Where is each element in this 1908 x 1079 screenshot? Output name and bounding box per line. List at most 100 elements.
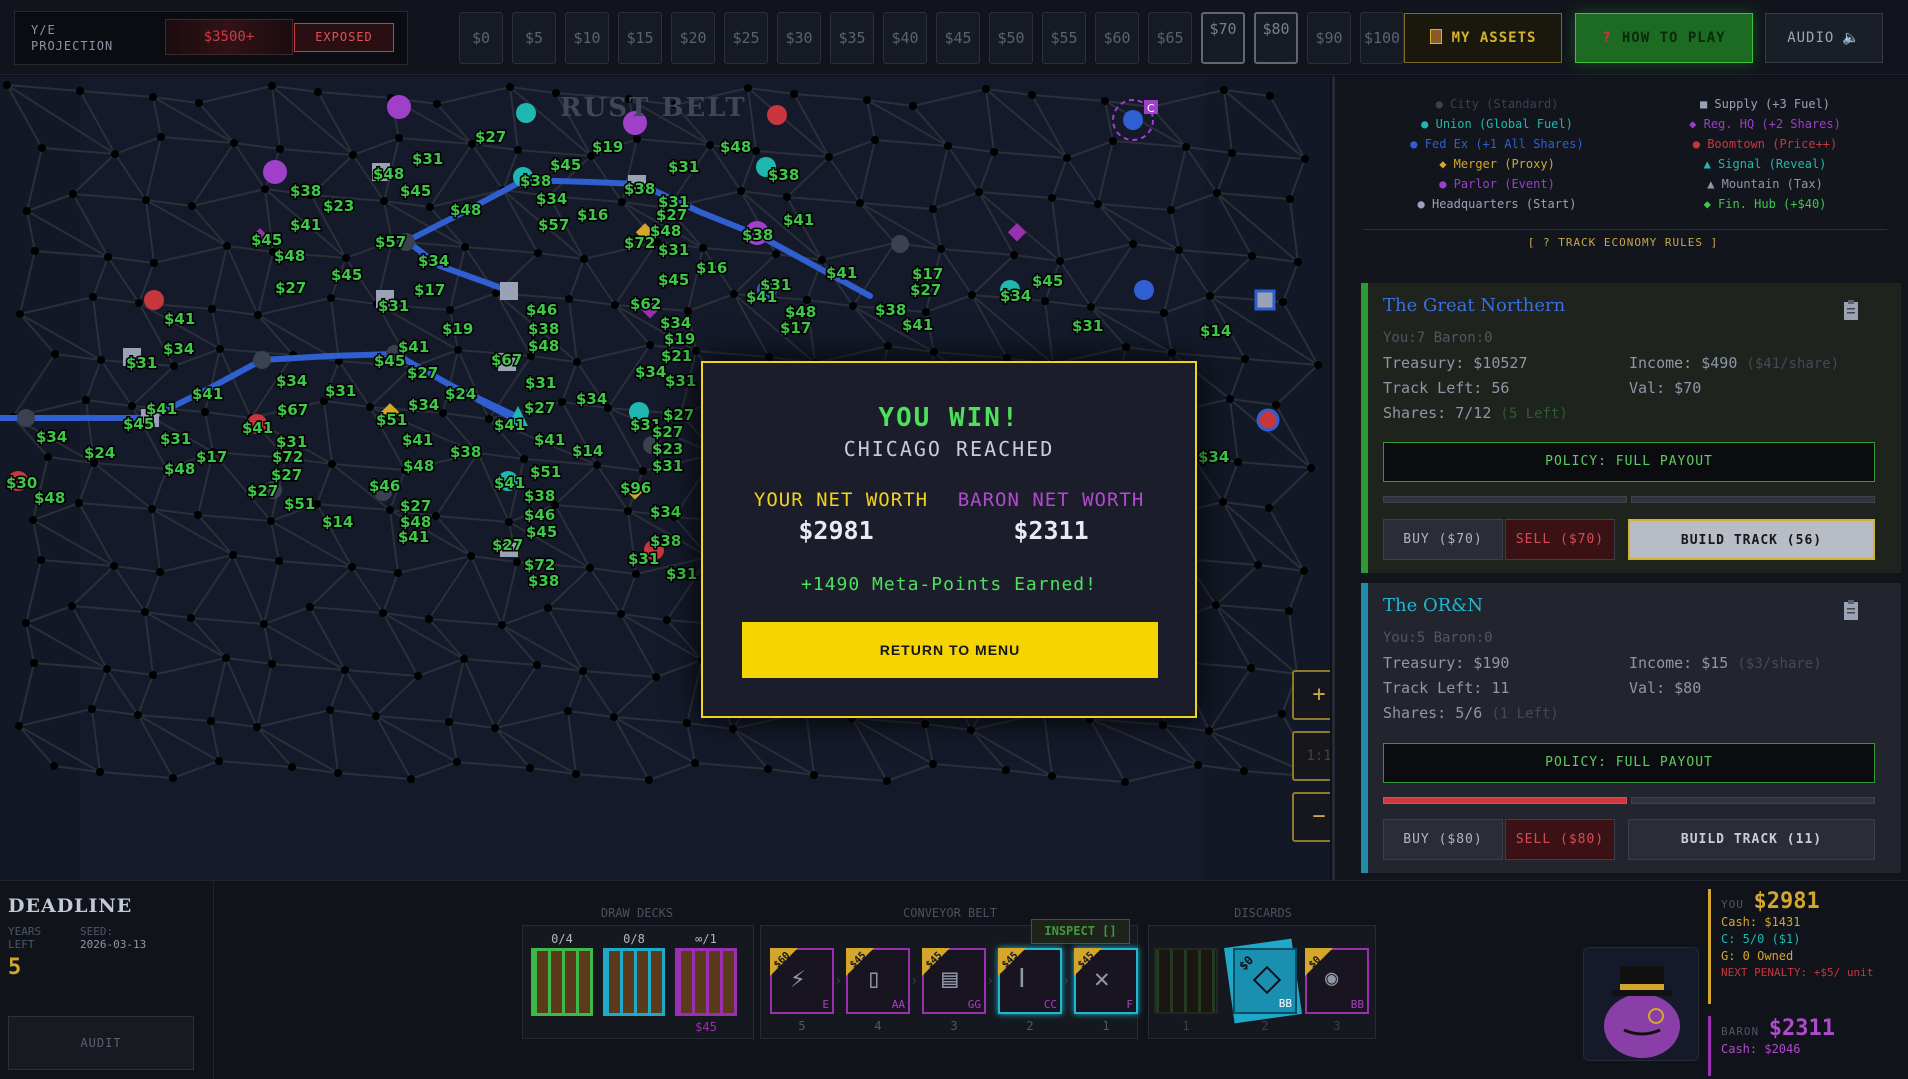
segment-price: $48: [274, 247, 305, 265]
card-glyph-icon: Ⅰ: [1018, 964, 1026, 994]
legend-item: ■ Supply (+3 Fuel): [1699, 97, 1831, 111]
discard-card[interactable]: $0 ◉ BB: [1305, 948, 1369, 1014]
city-node[interactable]: [17, 409, 35, 427]
my-assets-button[interactable]: MY ASSETS: [1404, 13, 1562, 63]
legend-divider: [1363, 229, 1887, 230]
clipboard-icon[interactable]: [1843, 599, 1859, 621]
railroad-progress-left: [1383, 496, 1627, 503]
segment-price: $31: [665, 372, 696, 390]
conveyor-card[interactable]: $45 Ⅰ CC: [998, 948, 1062, 1014]
junction-dot: [223, 242, 231, 250]
boomtown-node[interactable]: [767, 105, 787, 125]
junction-dot: [134, 711, 142, 719]
junction-dot: [261, 185, 269, 193]
segment-price: $17: [780, 319, 811, 337]
region-label: RUST BELT: [560, 93, 747, 123]
railroad-income-per-share: ($41/share): [1746, 356, 1840, 372]
supply-node[interactable]: [1254, 289, 1276, 311]
baron-label: BARON: [1721, 1025, 1760, 1038]
discards-panel: 1 $0 BB 2 $0 ◉ BB 3: [1148, 925, 1376, 1039]
legend-item: ● Boomtown (Price++): [1692, 137, 1838, 151]
junction-dot: [44, 453, 52, 461]
junction-dot: [730, 290, 738, 298]
buy-share-button[interactable]: BUY ($80): [1383, 819, 1503, 860]
zoom-in-button[interactable]: +: [1292, 670, 1330, 720]
supply-node[interactable]: [500, 282, 518, 300]
audit-button[interactable]: AUDIT: [8, 1016, 194, 1070]
railroad-shares-left: (5 Left): [1500, 406, 1568, 422]
railroad-policy-button[interactable]: POLICY: FULL PAYOUT: [1383, 442, 1875, 482]
parlor-node[interactable]: [263, 160, 287, 184]
union-node[interactable]: [516, 103, 536, 123]
junction-dot: [1002, 766, 1010, 774]
conveyor-card[interactable]: $45 ▯ AA: [846, 948, 910, 1014]
zoom-level[interactable]: 1:1: [1292, 731, 1330, 781]
segment-price: $57: [375, 233, 406, 251]
junction-dot: [110, 562, 118, 570]
conveyor-card[interactable]: $60 ⚡ E: [770, 948, 834, 1014]
junction-dot: [372, 712, 380, 720]
junction-dot: [1182, 143, 1190, 151]
discard-card[interactable]: $0 BB: [1233, 948, 1297, 1014]
audio-button[interactable]: AUDIO 🔈: [1765, 13, 1883, 63]
return-to-menu-button[interactable]: RETURN TO MENU: [742, 622, 1158, 678]
junction-dot: [646, 341, 654, 349]
junction-dot: [534, 249, 542, 257]
junction-dot: [1041, 297, 1049, 305]
junction-dot: [194, 511, 202, 519]
junction-dot: [764, 765, 772, 773]
segment-price: $31: [525, 374, 556, 392]
junction-dot: [1205, 727, 1213, 735]
baron-cash-label: Cash:: [1721, 1042, 1758, 1056]
you-cash-label: Cash:: [1721, 915, 1758, 929]
junction-dot: [526, 764, 534, 772]
zoom-out-button[interactable]: −: [1292, 792, 1330, 842]
green-deck[interactable]: [531, 948, 593, 1016]
conveyor-belt-label: CONVEYOR BELT: [903, 906, 997, 920]
junction-dot: [1294, 258, 1302, 266]
junction-dot: [618, 198, 626, 206]
segment-price: $27: [652, 423, 683, 441]
how-to-play-button[interactable]: ? HOW TO PLAY: [1575, 13, 1753, 63]
junction-dot: [849, 302, 857, 310]
purple-deck[interactable]: [675, 948, 737, 1016]
inspect-button[interactable]: INSPECT []: [1031, 919, 1130, 944]
fedex-node[interactable]: [1123, 110, 1143, 130]
conveyor-card[interactable]: $45 ✕ F: [1074, 948, 1138, 1014]
sell-share-button[interactable]: SELL ($70): [1505, 519, 1615, 560]
deadline-panel: DEADLINE YEARS LEFT SEED: 2026-03-13 5 AU…: [0, 881, 214, 1079]
speaker-icon: 🔈: [1842, 30, 1861, 46]
your-net-worth-label: YOUR NET WORTH: [753, 489, 929, 511]
price-chip: $10: [565, 12, 609, 64]
chevron-right-icon: ›: [986, 973, 995, 989]
build-track-button[interactable]: BUILD TRACK (56): [1628, 519, 1875, 560]
price-chip: $35: [830, 12, 874, 64]
sell-share-button[interactable]: SELL ($80): [1505, 819, 1615, 860]
junction-dot: [1286, 195, 1294, 203]
junction-dot: [268, 82, 276, 90]
city-node[interactable]: [891, 235, 909, 253]
railroad-policy-button[interactable]: POLICY: FULL PAYOUT: [1383, 743, 1875, 783]
blue-deck[interactable]: [603, 948, 665, 1016]
track-economy-rules-link[interactable]: [ ? TRACK ECONOMY RULES ]: [1335, 236, 1908, 249]
junction-dot: [50, 762, 58, 770]
chevron-right-icon: ›: [1062, 973, 1071, 989]
junction-dot: [1219, 498, 1227, 506]
boomtown-node[interactable]: [1256, 408, 1280, 432]
segment-price: $19: [592, 138, 623, 156]
parlor-node[interactable]: [387, 95, 411, 119]
junction-dot: [439, 409, 447, 417]
segment-price: $38: [624, 180, 655, 198]
buy-share-button[interactable]: BUY ($70): [1383, 519, 1503, 560]
conveyor-card[interactable]: $45 ▤ GG: [922, 948, 986, 1014]
boomtown-node[interactable]: [144, 290, 164, 310]
junction-dot: [498, 621, 506, 629]
you-net-worth: $2981: [1753, 889, 1820, 914]
game-screen: Y/E PROJECTION $3500+ EXPOSED $0 $5 $10 $15…: [0, 0, 1908, 1079]
city-node[interactable]: [253, 351, 271, 369]
fedex-node[interactable]: [1134, 280, 1154, 300]
build-track-button[interactable]: BUILD TRACK (11): [1628, 819, 1875, 860]
junction-dot: [103, 665, 111, 673]
junction-dot: [135, 299, 143, 307]
clipboard-icon[interactable]: [1843, 299, 1859, 321]
